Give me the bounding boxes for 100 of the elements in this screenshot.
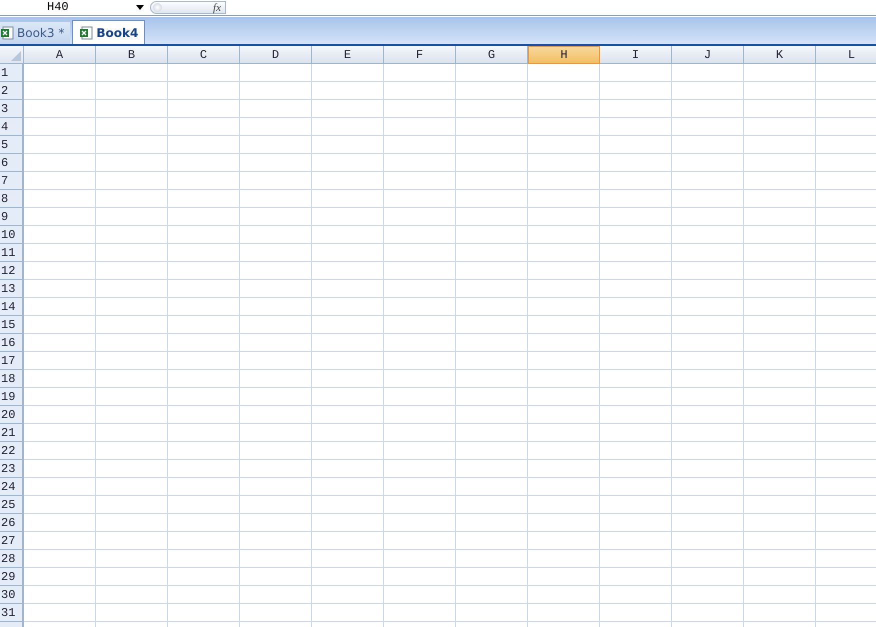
table-cell[interactable] — [168, 478, 240, 496]
table-cell[interactable] — [600, 388, 672, 406]
table-cell[interactable] — [528, 172, 600, 190]
table-cell[interactable] — [600, 568, 672, 586]
table-cell[interactable] — [24, 424, 96, 442]
table-cell[interactable] — [528, 316, 600, 334]
table-cell[interactable] — [456, 280, 528, 298]
table-cell[interactable] — [456, 370, 528, 388]
table-cell[interactable] — [24, 298, 96, 316]
row-header[interactable]: 16 — [0, 334, 24, 352]
table-cell[interactable] — [600, 514, 672, 532]
table-cell[interactable] — [456, 424, 528, 442]
table-cell[interactable] — [96, 424, 168, 442]
table-cell[interactable] — [384, 568, 456, 586]
table-cell[interactable] — [744, 262, 816, 280]
table-cell[interactable] — [600, 460, 672, 478]
table-cell[interactable] — [384, 208, 456, 226]
table-cell[interactable] — [672, 478, 744, 496]
table-cell[interactable] — [528, 298, 600, 316]
table-cell[interactable] — [24, 172, 96, 190]
table-cell[interactable] — [240, 136, 312, 154]
table-cell[interactable] — [384, 334, 456, 352]
table-cell[interactable] — [168, 442, 240, 460]
table-cell[interactable] — [384, 550, 456, 568]
table-cell[interactable] — [384, 442, 456, 460]
table-cell[interactable] — [672, 280, 744, 298]
table-cell[interactable] — [528, 496, 600, 514]
table-cell[interactable] — [672, 496, 744, 514]
table-cell[interactable] — [528, 226, 600, 244]
row-header[interactable]: 29 — [0, 568, 24, 586]
table-cell[interactable] — [312, 316, 384, 334]
table-cell[interactable] — [24, 478, 96, 496]
table-cell[interactable] — [168, 334, 240, 352]
column-header[interactable]: F — [384, 46, 456, 64]
table-cell[interactable] — [240, 154, 312, 172]
table-cell[interactable] — [240, 316, 312, 334]
table-cell[interactable] — [168, 424, 240, 442]
column-header[interactable]: C — [168, 46, 240, 64]
table-cell[interactable] — [456, 334, 528, 352]
table-cell[interactable] — [240, 514, 312, 532]
table-cell[interactable] — [456, 496, 528, 514]
table-cell[interactable] — [96, 586, 168, 604]
row-header[interactable]: 5 — [0, 136, 24, 154]
table-cell[interactable] — [744, 172, 816, 190]
table-cell[interactable] — [600, 154, 672, 172]
table-cell[interactable] — [96, 298, 168, 316]
table-cell[interactable] — [384, 118, 456, 136]
table-cell[interactable] — [312, 190, 384, 208]
table-cell[interactable] — [240, 172, 312, 190]
table-cell[interactable] — [168, 100, 240, 118]
table-cell[interactable] — [168, 388, 240, 406]
table-cell[interactable] — [312, 604, 384, 622]
row-header[interactable]: 18 — [0, 370, 24, 388]
table-cell[interactable] — [312, 82, 384, 100]
table-cell[interactable] — [744, 118, 816, 136]
table-cell[interactable] — [672, 532, 744, 550]
table-cell[interactable] — [744, 586, 816, 604]
table-cell[interactable] — [744, 208, 816, 226]
table-cell[interactable] — [384, 190, 456, 208]
table-cell[interactable] — [312, 280, 384, 298]
table-cell[interactable] — [456, 154, 528, 172]
table-cell[interactable] — [96, 568, 168, 586]
table-cell[interactable] — [672, 208, 744, 226]
table-cell[interactable] — [672, 190, 744, 208]
table-cell[interactable] — [96, 280, 168, 298]
column-header[interactable]: D — [240, 46, 312, 64]
table-cell[interactable] — [672, 460, 744, 478]
table-cell[interactable] — [672, 154, 744, 172]
table-cell[interactable] — [240, 568, 312, 586]
table-cell[interactable] — [384, 100, 456, 118]
row-header[interactable]: 25 — [0, 496, 24, 514]
table-cell[interactable] — [168, 190, 240, 208]
row-header[interactable]: 13 — [0, 280, 24, 298]
table-cell[interactable] — [240, 478, 312, 496]
column-header[interactable]: G — [456, 46, 528, 64]
row-header[interactable]: 31 — [0, 604, 24, 622]
table-cell[interactable] — [456, 550, 528, 568]
table-cell[interactable] — [600, 370, 672, 388]
table-cell[interactable] — [672, 388, 744, 406]
table-cell[interactable] — [672, 370, 744, 388]
table-cell[interactable] — [384, 388, 456, 406]
table-cell[interactable] — [456, 118, 528, 136]
table-cell[interactable] — [528, 442, 600, 460]
formula-bar-handle[interactable]: fx — [150, 1, 226, 14]
table-cell[interactable] — [672, 352, 744, 370]
table-cell[interactable] — [312, 118, 384, 136]
table-cell[interactable] — [24, 100, 96, 118]
row-header[interactable]: 23 — [0, 460, 24, 478]
table-cell[interactable] — [600, 298, 672, 316]
table-cell[interactable] — [24, 334, 96, 352]
table-cell[interactable] — [96, 388, 168, 406]
table-cell[interactable] — [96, 514, 168, 532]
table-cell[interactable] — [384, 604, 456, 622]
caret-icon[interactable] — [136, 5, 144, 10]
table-cell[interactable] — [528, 136, 600, 154]
table-cell[interactable] — [744, 478, 816, 496]
column-header[interactable]: I — [600, 46, 672, 64]
table-cell[interactable] — [168, 64, 240, 82]
row-header[interactable]: 17 — [0, 352, 24, 370]
table-cell[interactable] — [96, 64, 168, 82]
